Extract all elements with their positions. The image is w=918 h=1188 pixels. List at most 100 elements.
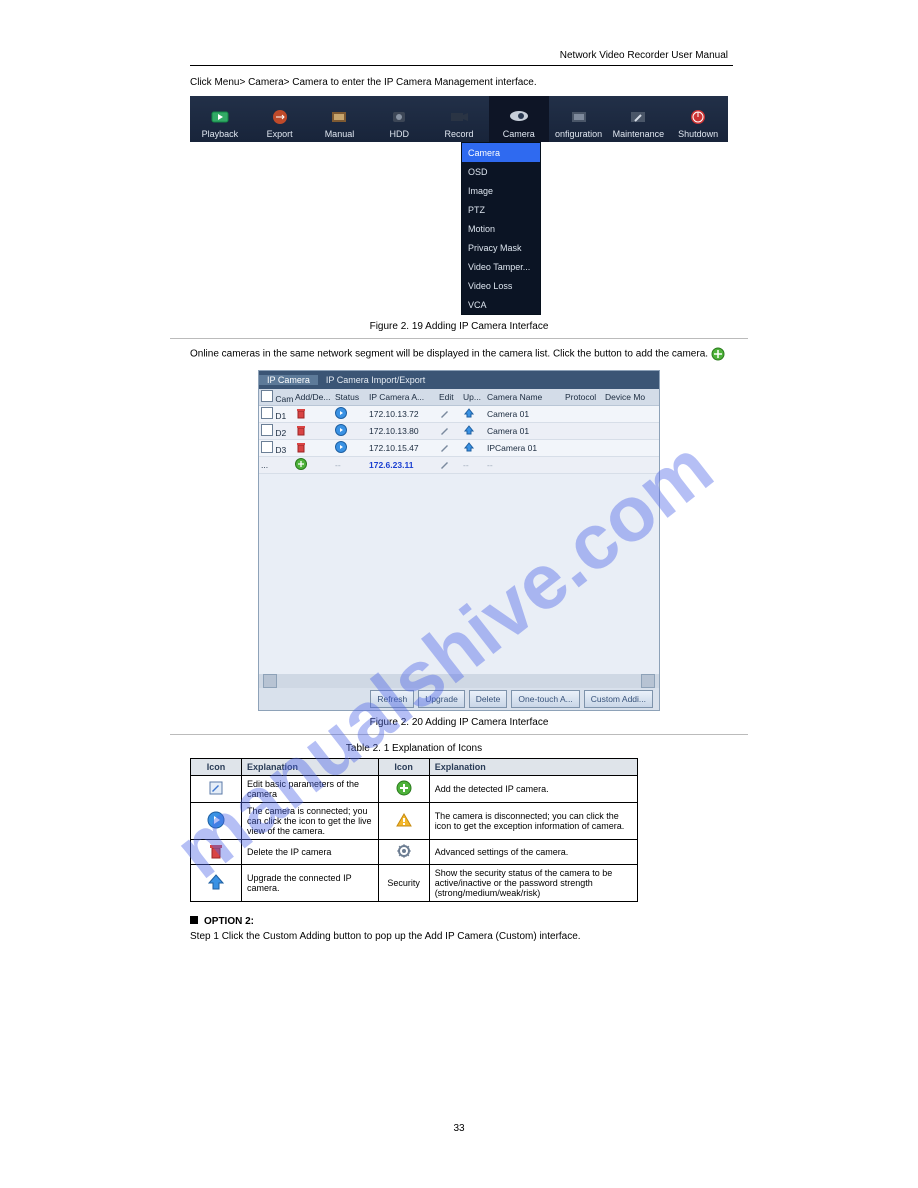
select-all-checkbox[interactable] (261, 390, 273, 402)
page-number: 33 (0, 1123, 918, 1134)
menu-item-record[interactable]: Record (429, 96, 489, 142)
upgrade-button[interactable]: Upgrade (418, 690, 465, 708)
camera-name: Camera 01 (485, 426, 563, 436)
dropdown-item-ptz[interactable]: PTZ (462, 200, 540, 219)
up-icon[interactable] (463, 407, 475, 419)
warning-icon (396, 812, 412, 828)
row-checkbox[interactable] (261, 441, 273, 453)
menu-label: Record (429, 129, 489, 139)
panel-tabs: IP Camera IP Camera Import/Export (259, 371, 659, 389)
tab-import-export[interactable]: IP Camera Import/Export (318, 375, 433, 385)
table-row: Upgrade the connected IP camera. Securit… (191, 864, 638, 901)
col-edit: Edit (437, 392, 461, 402)
explanation-text: Show the security status of the camera t… (429, 864, 637, 901)
ip-address: 172.6.23.11 (367, 460, 437, 470)
refresh-button[interactable]: Refresh (370, 690, 414, 708)
menu-label: HDD (369, 129, 429, 139)
dropdown-item-motion[interactable]: Motion (462, 219, 540, 238)
horizontal-scrollbar[interactable] (259, 674, 659, 688)
col-adddel: Add/De... (293, 392, 333, 402)
row-checkbox[interactable] (261, 424, 273, 436)
figure-caption-1: Figure 2. 19 Adding IP Camera Interface (90, 321, 828, 332)
menu-item-configuration[interactable]: onfiguration (549, 96, 609, 142)
customadd-button[interactable]: Custom Addi... (584, 690, 653, 708)
scroll-right-button[interactable] (641, 674, 655, 688)
delete-icon[interactable] (295, 407, 307, 419)
col-icon: Icon (191, 758, 242, 775)
delete-icon[interactable] (295, 441, 307, 453)
delete-button[interactable]: Delete (469, 690, 508, 708)
explanation-text: Add the detected IP camera. (429, 775, 637, 802)
camera-icon (489, 105, 549, 129)
table-header-row: Icon Explanation Icon Explanation (191, 758, 638, 775)
explanation-text: Delete the IP camera (242, 839, 379, 864)
playback-icon (190, 105, 250, 129)
dropdown-item-tamper[interactable]: Video Tamper... (462, 257, 540, 276)
hdd-icon (369, 105, 429, 129)
table-row: Edit basic parameters of the camera Add … (191, 775, 638, 802)
explanation-text: The camera is connected; you can click t… (242, 802, 379, 839)
table-header: Cam... Add/De... Status IP Camera A... E… (259, 389, 659, 406)
play-icon[interactable] (335, 441, 347, 453)
dropdown-item-osd[interactable]: OSD (462, 162, 540, 181)
edit-icon[interactable] (439, 458, 451, 470)
menubar-figure: Playback Export Manual HDD Record Camera… (190, 96, 728, 315)
tab-ipcamera[interactable]: IP Camera (259, 375, 318, 385)
ip-address: 172.10.13.80 (367, 426, 437, 436)
col-icon: Icon (378, 758, 429, 775)
col-device: Device Mo (603, 392, 659, 402)
explanation-text: Advanced settings of the camera. (429, 839, 637, 864)
col-cam: Cam... (275, 394, 293, 404)
ipcamera-panel-figure: IP Camera IP Camera Import/Export Cam...… (90, 370, 828, 711)
manual-icon (310, 105, 370, 129)
add-icon[interactable] (295, 458, 307, 470)
table-row: Delete the IP camera Advanced settings o… (191, 839, 638, 864)
menu-item-manual[interactable]: Manual (310, 96, 370, 142)
explanation-table-wrap: Table 2. 1 Explanation of Icons Icon Exp… (190, 743, 638, 902)
edit-icon[interactable] (439, 424, 451, 436)
up-icon[interactable] (463, 441, 475, 453)
intro-text: Click Menu> Camera> Camera to enter the … (190, 76, 728, 90)
table-row: D1 172.10.13.72 Camera 01 (259, 406, 659, 423)
table-caption: Table 2. 1 Explanation of Icons (190, 743, 638, 754)
record-icon (429, 105, 489, 129)
table-row: The camera is connected; you can click t… (191, 802, 638, 839)
camera-name: Camera 01 (485, 409, 563, 419)
menu-item-maintenance[interactable]: Maintenance (608, 96, 668, 142)
cam-id: D3 (275, 445, 286, 455)
camera-name: IPCamera 01 (485, 443, 563, 453)
menu-item-export[interactable]: Export (250, 96, 310, 142)
text: Online cameras in the same network segme… (190, 349, 708, 360)
ip-address: 172.10.15.47 (367, 443, 437, 453)
divider (170, 338, 748, 339)
up-icon (208, 874, 224, 890)
dropdown-item-privacy[interactable]: Privacy Mask (462, 238, 540, 257)
configuration-icon (549, 105, 609, 129)
delete-icon (209, 843, 223, 859)
scroll-left-button[interactable] (263, 674, 277, 688)
up-icon[interactable] (463, 424, 475, 436)
onetouch-button[interactable]: One-touch A... (511, 690, 579, 708)
menu-item-camera[interactable]: Camera (489, 96, 549, 142)
menu-label: Shutdown (668, 129, 728, 139)
explanation-table: Icon Explanation Icon Explanation Edit b… (190, 758, 638, 902)
menu-item-shutdown[interactable]: Shutdown (668, 96, 728, 142)
dropdown-item-videoloss[interactable]: Video Loss (462, 276, 540, 295)
col-name: Camera Name (485, 392, 563, 402)
row-checkbox[interactable] (261, 407, 273, 419)
dropdown-item-vca[interactable]: VCA (462, 295, 540, 314)
divider (190, 65, 733, 66)
dropdown-item-image[interactable]: Image (462, 181, 540, 200)
menu-item-hdd[interactable]: HDD (369, 96, 429, 142)
edit-icon[interactable] (439, 441, 451, 453)
play-icon[interactable] (335, 424, 347, 436)
edit-icon (208, 780, 224, 796)
export-icon (250, 105, 310, 129)
play-icon[interactable] (335, 407, 347, 419)
shutdown-icon (668, 105, 728, 129)
delete-icon[interactable] (295, 424, 307, 436)
menu-item-playback[interactable]: Playback (190, 96, 250, 142)
edit-icon[interactable] (439, 407, 451, 419)
dropdown-item-camera[interactable]: Camera (462, 143, 540, 162)
security-label: Security (378, 864, 429, 901)
